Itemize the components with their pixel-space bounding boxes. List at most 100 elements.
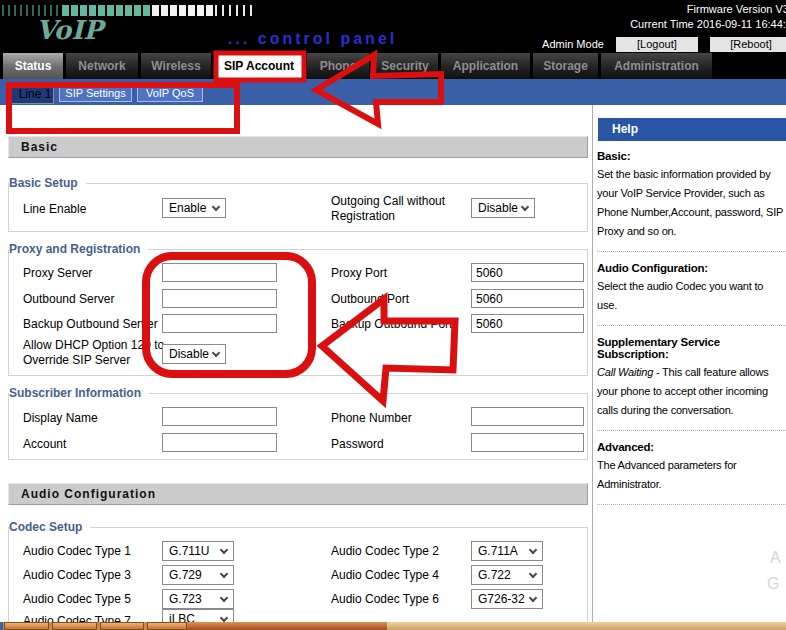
dropdown-arrow-icon xyxy=(212,349,220,357)
proxy-registration-legend: Proxy and Registration xyxy=(9,242,148,256)
subtab-voip-qos[interactable]: VoIP QoS xyxy=(137,84,203,102)
tab-sip-account[interactable]: SIP Account xyxy=(214,53,304,79)
subscriber-information-group: Subscriber Information Display Name Phon… xyxy=(8,393,588,460)
tab-administration[interactable]: Administration xyxy=(601,53,712,79)
backup-outbound-port-input[interactable] xyxy=(471,314,584,333)
taskbar-item[interactable] xyxy=(4,622,49,630)
help-title: Help xyxy=(598,118,786,141)
help-separator xyxy=(597,504,786,505)
outbound-server-label: Outbound Server xyxy=(23,292,114,307)
tab-storage[interactable]: Storage xyxy=(533,53,598,79)
codec3-select[interactable]: G.729 xyxy=(162,565,234,585)
codec2-label: Audio Codec Type 2 xyxy=(331,544,439,559)
taskbar-item[interactable] xyxy=(52,622,97,630)
taskbar-item[interactable] xyxy=(187,622,387,630)
password-label: Password xyxy=(331,437,384,452)
top-header: VoIP ... control panel Firmware Version … xyxy=(0,0,786,53)
help-advanced-heading: Advanced: xyxy=(597,441,786,453)
codec1-select[interactable]: G.711U xyxy=(162,541,234,561)
tab-wireless[interactable]: Wireless xyxy=(141,53,211,79)
help-audio-heading: Audio Configuration: xyxy=(597,262,786,274)
subtab-sip-settings[interactable]: SIP Settings xyxy=(59,84,132,102)
line-enable-label: Line Enable xyxy=(23,202,86,217)
dropdown-arrow-icon xyxy=(220,546,228,554)
tab-network[interactable]: Network xyxy=(66,53,138,79)
taskbar xyxy=(0,622,786,630)
backup-outbound-server-input[interactable] xyxy=(162,314,277,333)
taskbar-item[interactable] xyxy=(147,622,187,630)
section-basic: Basic xyxy=(8,136,588,158)
outbound-server-input[interactable] xyxy=(162,289,277,308)
tab-phone[interactable]: Phone xyxy=(307,53,369,79)
admin-mode-row: Admin Mode [Logout] [Reboot] xyxy=(542,37,786,52)
basic-setup-group: Basic Setup Line Enable Enable Outgoing … xyxy=(8,183,588,232)
help-panel: Basic: Set the basic information provide… xyxy=(597,150,786,515)
password-input[interactable] xyxy=(471,433,584,452)
dhcp-option-select[interactable]: Disable xyxy=(162,344,226,364)
help-audio-body: Select the audio Codec you want to use. xyxy=(597,277,786,315)
dhcp-option-label: Allow DHCP Option 120 to Override SIP Se… xyxy=(23,338,171,368)
outbound-port-input[interactable] xyxy=(471,289,584,308)
basic-setup-legend: Basic Setup xyxy=(9,176,86,190)
taskbar-item[interactable] xyxy=(100,622,144,630)
phone-number-input[interactable] xyxy=(471,407,584,426)
codec6-label: Audio Codec Type 6 xyxy=(331,592,439,607)
subscriber-information-legend: Subscriber Information xyxy=(9,386,149,400)
codec2-select[interactable]: G.711A xyxy=(471,541,543,561)
codec4-select[interactable]: G.722 xyxy=(471,565,543,585)
watermark-letter: A xyxy=(770,549,781,567)
codec-setup-legend: Codec Setup xyxy=(9,520,90,534)
phone-number-label: Phone Number xyxy=(331,411,412,426)
firmware-version: Firmware Version V3. xyxy=(542,2,786,17)
sub-nav: Line 1 SIP Settings VoIP QoS xyxy=(0,79,786,105)
dropdown-arrow-icon xyxy=(521,203,529,211)
help-separator xyxy=(597,430,786,431)
codec6-select[interactable]: G726-32 xyxy=(471,589,543,609)
proxy-server-input[interactable] xyxy=(162,263,277,282)
dropdown-arrow-icon xyxy=(529,594,537,602)
help-separator xyxy=(597,251,786,252)
dropdown-arrow-icon xyxy=(529,546,537,554)
control-panel-tagline: ... control panel xyxy=(228,30,397,48)
outgoing-call-label: Outgoing Call without Registration xyxy=(331,194,466,224)
help-divider xyxy=(592,105,593,630)
line-enable-select[interactable]: Enable xyxy=(162,198,226,218)
codec5-select[interactable]: G.723 xyxy=(162,589,234,609)
header-info: Firmware Version V3. Current Time 2016-0… xyxy=(542,2,786,52)
codec4-label: Audio Codec Type 4 xyxy=(331,568,439,583)
current-time: Current Time 2016-09-11 16:44:4 xyxy=(542,17,786,32)
watermark-letter: G xyxy=(767,575,779,593)
outbound-port-label: Outbound Port xyxy=(331,292,409,307)
help-supplementary-heading: Supplementary Service Subscription: xyxy=(597,336,786,360)
section-audio-configuration: Audio Configuration xyxy=(8,483,588,505)
account-input[interactable] xyxy=(162,433,277,452)
help-supplementary-body: Call Waiting - This call feature allows … xyxy=(597,363,786,420)
proxy-registration-group: Proxy and Registration Proxy Server Prox… xyxy=(8,249,588,376)
dropdown-arrow-icon xyxy=(212,203,220,211)
subtab-line1[interactable]: Line 1 xyxy=(10,84,54,104)
tab-status[interactable]: Status xyxy=(3,53,63,79)
help-advanced-body: The Advanced parameters for Administrato… xyxy=(597,456,786,494)
display-name-input[interactable] xyxy=(162,407,277,426)
backup-outbound-server-label: Backup Outbound Server xyxy=(23,317,158,332)
proxy-port-label: Proxy Port xyxy=(331,266,387,281)
voip-logo: VoIP xyxy=(36,15,103,45)
dropdown-arrow-icon xyxy=(529,570,537,578)
help-basic-heading: Basic: xyxy=(597,150,786,162)
dropdown-arrow-icon xyxy=(220,594,228,602)
dropdown-arrow-icon xyxy=(220,570,228,578)
tab-security[interactable]: Security xyxy=(372,53,438,79)
codec-setup-group: Codec Setup Audio Codec Type 1 G.711U Au… xyxy=(8,527,588,630)
help-basic-body: Set the basic information provided by yo… xyxy=(597,165,786,241)
display-name-label: Display Name xyxy=(23,411,98,426)
proxy-port-input[interactable] xyxy=(471,263,584,282)
help-separator xyxy=(597,325,786,326)
backup-outbound-port-label: Backup Outbound Port xyxy=(331,317,452,332)
codec3-label: Audio Codec Type 3 xyxy=(23,568,131,583)
proxy-server-label: Proxy Server xyxy=(23,266,92,281)
logout-button[interactable]: [Logout] xyxy=(616,37,698,52)
tab-application[interactable]: Application xyxy=(441,53,530,79)
outgoing-call-select[interactable]: Disable xyxy=(471,198,535,218)
account-label: Account xyxy=(23,437,66,452)
reboot-button[interactable]: [Reboot] xyxy=(710,37,786,52)
